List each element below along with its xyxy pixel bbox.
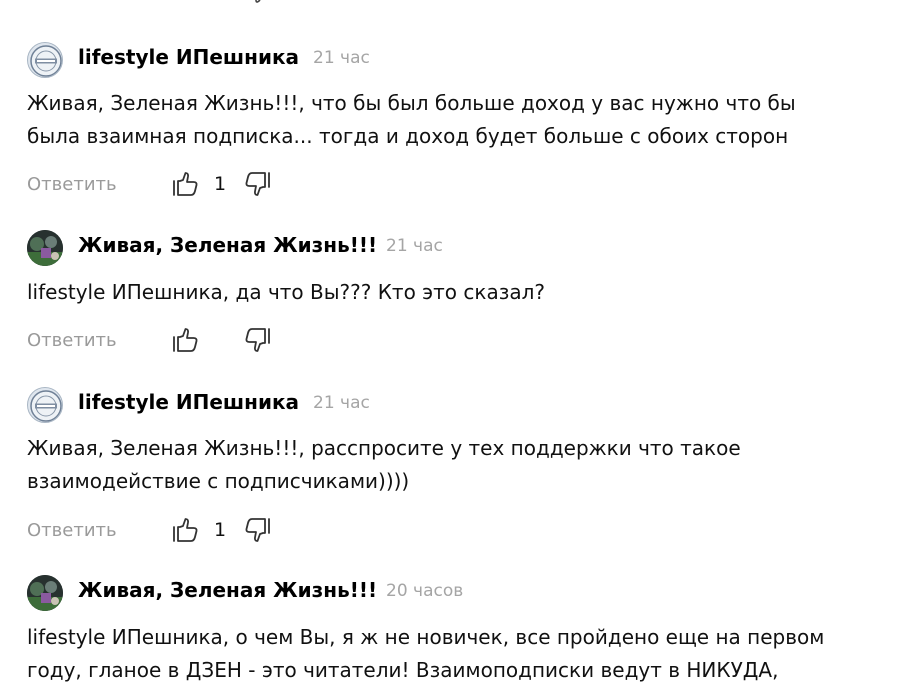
avatar[interactable] xyxy=(27,230,63,266)
comment-author[interactable]: lifestyle ИПешника xyxy=(78,390,299,414)
like-count: 1 xyxy=(214,173,227,195)
comment: lifestyle ИПешника 21 час Живая, Зеленая… xyxy=(27,387,887,542)
comment-header: Живая, Зеленая Жизнь!!! 20 часов xyxy=(27,575,887,611)
reply-button[interactable]: Ответить xyxy=(27,520,117,541)
reply-button[interactable]: Ответить xyxy=(27,174,117,195)
thumbs-down-icon[interactable] xyxy=(244,516,272,544)
avatar[interactable] xyxy=(27,387,63,423)
comment-author[interactable]: lifestyle ИПешника xyxy=(78,45,299,69)
comment: Живая, Зеленая Жизнь!!! 21 час lifestyle… xyxy=(27,230,887,352)
comment: Живая, Зеленая Жизнь!!! 20 часов lifesty… xyxy=(27,575,887,687)
comment: lifestyle ИПешника 21 час Живая, Зеленая… xyxy=(27,42,887,196)
thumbs-up-icon[interactable] xyxy=(171,326,199,354)
comment-actions: Ответить 1 xyxy=(27,170,427,200)
comment-text: lifestyle ИПешника, о чем Вы, я ж не нов… xyxy=(27,625,825,682)
thumbs-down-icon[interactable] xyxy=(244,170,272,198)
comment-actions: Ответить 1 xyxy=(27,516,427,546)
comment-time: 21 час xyxy=(313,48,370,68)
reply-button[interactable]: Ответить xyxy=(27,330,117,351)
comment-text: Живая, Зеленая Жизнь!!!, что бы был боль… xyxy=(27,91,796,148)
comment-text: lifestyle ИПешника, да что Вы??? Кто это… xyxy=(27,280,546,304)
comment-text: Живая, Зеленая Жизнь!!!, расспросите у т… xyxy=(27,436,741,493)
comment-author[interactable]: Живая, Зеленая Жизнь!!! xyxy=(78,578,377,602)
thumbs-up-icon[interactable] xyxy=(171,170,199,198)
thumbs-up-icon[interactable] xyxy=(171,516,199,544)
comment-header: lifestyle ИПешника 21 час xyxy=(27,42,887,78)
comment-time: 20 часов xyxy=(386,581,464,601)
comment-header: lifestyle ИПешника 21 час xyxy=(27,387,887,423)
thumbs-down-icon[interactable] xyxy=(244,326,272,354)
avatar[interactable] xyxy=(27,575,63,611)
previous-comment-actions xyxy=(172,0,272,8)
comment-actions: Ответить xyxy=(27,326,427,356)
comment-time: 21 час xyxy=(313,393,370,413)
comment-author[interactable]: Живая, Зеленая Жизнь!!! xyxy=(78,233,377,257)
comment-header: Живая, Зеленая Жизнь!!! 21 час xyxy=(27,230,887,266)
avatar[interactable] xyxy=(27,42,63,78)
comment-time: 21 час xyxy=(386,236,443,256)
like-count: 1 xyxy=(214,519,227,541)
